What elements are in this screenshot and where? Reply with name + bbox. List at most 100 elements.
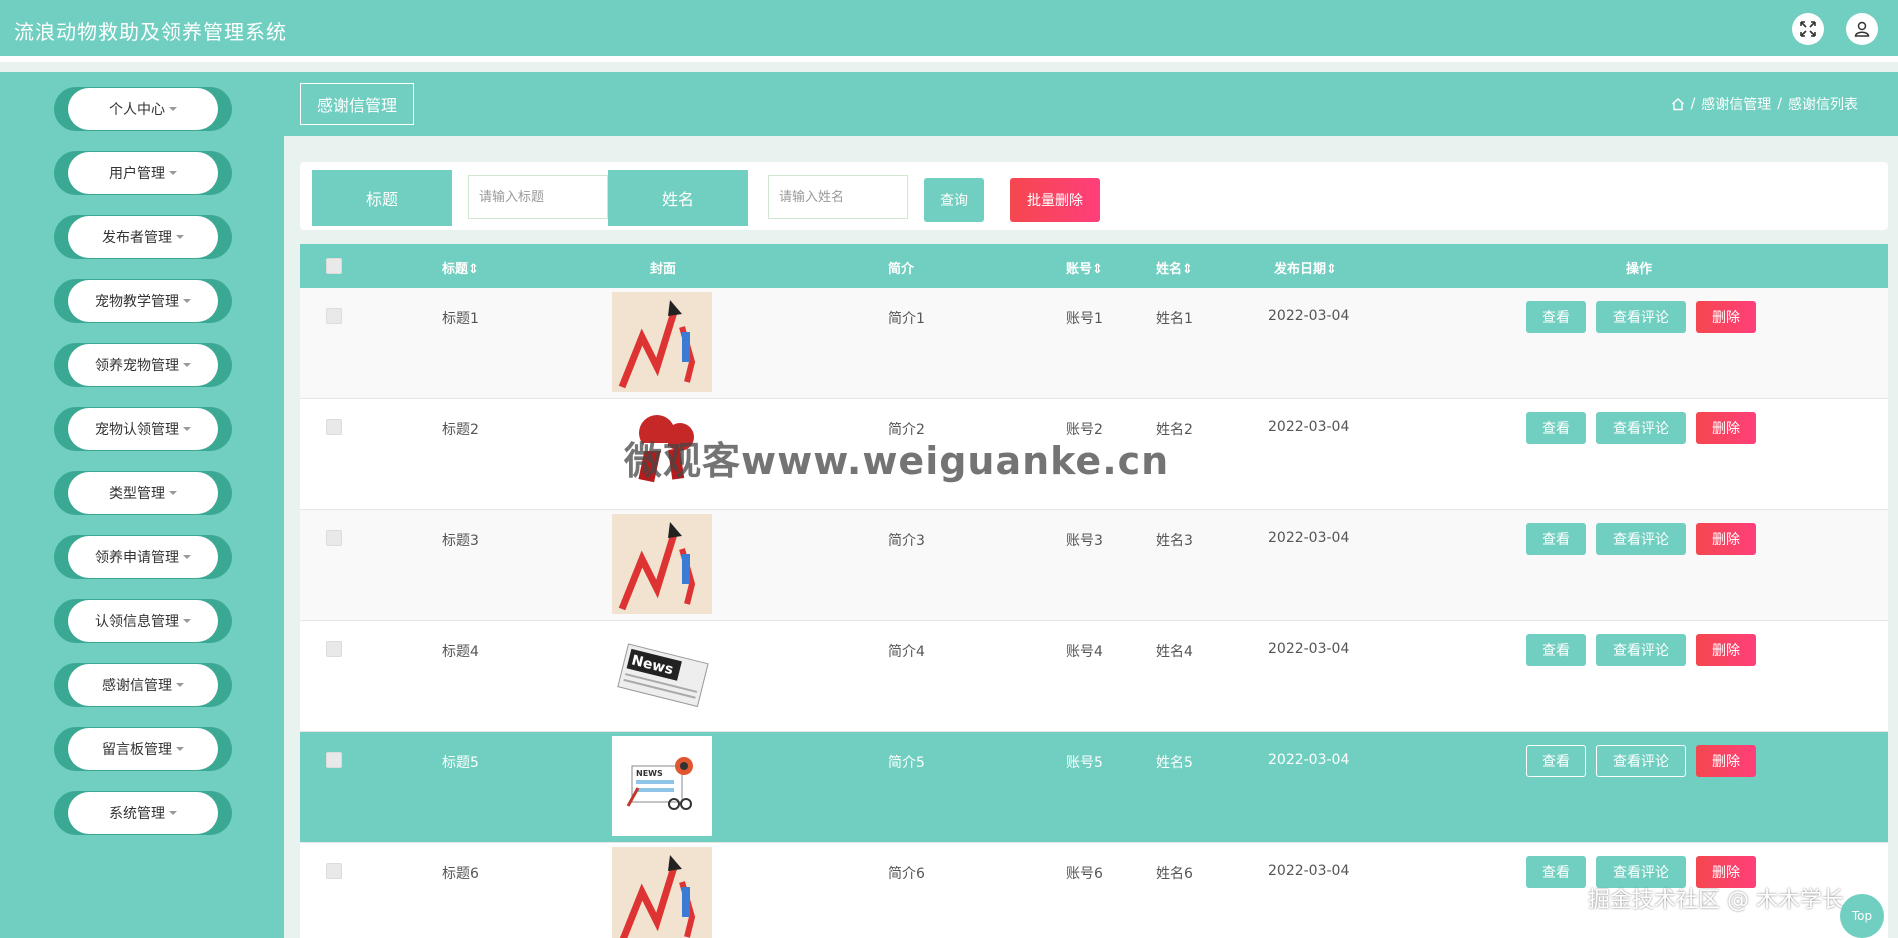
breadcrumb-item: 感谢信列表: [1788, 97, 1858, 113]
sidebar-item-label: 领养宠物管理: [95, 358, 179, 374]
sidebar-item-claim-info[interactable]: 认领信息管理: [54, 599, 232, 643]
breadcrumb: / 感谢信管理 / 感谢信列表: [1671, 94, 1858, 114]
sidebar: 个人中心 用户管理 发布者管理 宠物教学管理 领养宠物管理 宠物认领管理 类型管…: [0, 72, 284, 938]
row-intro: 简介3: [888, 533, 925, 549]
view-comments-button[interactable]: 查看评论: [1596, 523, 1686, 555]
breadcrumb-separator: /: [1777, 96, 1782, 112]
search-bar: 标题 姓名 查询 批量删除: [300, 162, 1888, 230]
user-icon[interactable]: [1846, 13, 1878, 45]
row-name: 姓名5: [1156, 755, 1193, 771]
column-header-date[interactable]: 发布日期⇕: [1274, 258, 1337, 277]
column-header-name[interactable]: 姓名⇕: [1156, 258, 1193, 277]
view-button[interactable]: 查看: [1526, 856, 1586, 888]
view-comments-button[interactable]: 查看评论: [1596, 301, 1686, 333]
sidebar-item-label: 系统管理: [109, 806, 165, 822]
view-button[interactable]: 查看: [1526, 745, 1586, 777]
newspaper-graphic-icon: News: [612, 625, 712, 725]
row-checkbox[interactable]: [326, 641, 342, 657]
sidebar-item-message-board[interactable]: 留言板管理: [54, 727, 232, 771]
sidebar-item-label: 用户管理: [109, 166, 165, 182]
breadcrumb-bar: 感谢信管理 / 感谢信管理 / 感谢信列表: [284, 72, 1898, 136]
sidebar-item-pet-teaching[interactable]: 宠物教学管理: [54, 279, 232, 323]
caret-down-icon: [176, 235, 184, 239]
row-account: 账号4: [1066, 644, 1103, 660]
back-to-top-button[interactable]: Top: [1840, 894, 1884, 938]
caret-down-icon: [183, 619, 191, 623]
breadcrumb-item[interactable]: 感谢信管理: [1701, 94, 1771, 114]
row-name: 姓名4: [1156, 644, 1193, 660]
view-comments-button[interactable]: 查看评论: [1596, 634, 1686, 666]
column-header-intro: 简介: [888, 262, 915, 277]
sidebar-item-personal-center[interactable]: 个人中心: [54, 87, 232, 131]
breadcrumb-separator: /: [1690, 96, 1696, 112]
row-name: 姓名6: [1156, 866, 1193, 882]
column-header-title[interactable]: 标题⇕: [442, 258, 479, 277]
name-search-input[interactable]: [768, 175, 908, 219]
caret-down-icon: [176, 747, 184, 751]
row-date: 2022-03-04: [1268, 419, 1350, 435]
delete-button[interactable]: 删除: [1696, 301, 1756, 333]
delete-button[interactable]: 删除: [1696, 634, 1756, 666]
sidebar-item-adoption-pets[interactable]: 领养宠物管理: [54, 343, 232, 387]
delete-button[interactable]: 删除: [1696, 745, 1756, 777]
row-checkbox[interactable]: [326, 863, 342, 879]
sidebar-item-thank-letters[interactable]: 感谢信管理: [54, 663, 232, 707]
sidebar-item-system[interactable]: 系统管理: [54, 791, 232, 835]
title-search-input[interactable]: [468, 175, 608, 219]
row-checkbox[interactable]: [326, 530, 342, 546]
row-account: 账号1: [1066, 311, 1103, 327]
table-row[interactable]: 标题1 简介1 账号1 姓名1 2022-03-04 查看 查看评论 删除: [300, 288, 1888, 399]
chart-graphic-icon: [612, 847, 712, 938]
sidebar-item-types[interactable]: 类型管理: [54, 471, 232, 515]
view-button[interactable]: 查看: [1526, 301, 1586, 333]
row-date: 2022-03-04: [1268, 530, 1350, 546]
home-icon[interactable]: [1671, 97, 1685, 111]
sidebar-item-label: 领养申请管理: [95, 550, 179, 566]
sidebar-item-adoption-requests[interactable]: 领养申请管理: [54, 535, 232, 579]
row-date: 2022-03-04: [1268, 308, 1350, 324]
title-label: 标题: [312, 170, 452, 226]
caret-down-icon: [169, 171, 177, 175]
view-button[interactable]: 查看: [1526, 412, 1586, 444]
query-button[interactable]: 查询: [924, 178, 984, 222]
sidebar-item-pet-claims[interactable]: 宠物认领管理: [54, 407, 232, 451]
fullscreen-icon[interactable]: [1792, 13, 1824, 45]
column-header-account[interactable]: 账号⇕: [1066, 258, 1103, 277]
chart-graphic-icon: [612, 514, 712, 614]
delete-button[interactable]: 删除: [1696, 523, 1756, 555]
caret-down-icon: [169, 811, 177, 815]
caret-down-icon: [169, 491, 177, 495]
view-comments-button[interactable]: 查看评论: [1596, 412, 1686, 444]
batch-delete-button[interactable]: 批量删除: [1010, 178, 1100, 222]
page-title: 感谢信管理: [300, 83, 415, 125]
sidebar-item-label: 发布者管理: [102, 230, 172, 246]
sidebar-item-publishers[interactable]: 发布者管理: [54, 215, 232, 259]
select-all-checkbox[interactable]: [326, 258, 342, 274]
sidebar-item-label: 个人中心: [109, 102, 165, 118]
column-header-cover: 封面: [650, 262, 677, 277]
row-title: 标题3: [442, 533, 479, 549]
table-row[interactable]: 标题3 简介3 账号3 姓名3 2022-03-04 查看 查看评论 删除: [300, 510, 1888, 621]
svg-text:NEWS: NEWS: [636, 769, 663, 778]
view-button[interactable]: 查看: [1526, 634, 1586, 666]
row-account: 账号5: [1066, 755, 1103, 771]
row-title: 标题1: [442, 311, 479, 327]
sidebar-item-label: 认领信息管理: [95, 614, 179, 630]
row-title: 标题5: [442, 755, 479, 771]
main-content: 感谢信管理 / 感谢信管理 / 感谢信列表 标题 姓名 查询 批量删除 标题⇕ …: [284, 72, 1898, 938]
row-date: 2022-03-04: [1268, 863, 1350, 879]
chart-graphic-icon: [612, 292, 712, 392]
sidebar-item-users[interactable]: 用户管理: [54, 151, 232, 195]
row-checkbox[interactable]: [326, 419, 342, 435]
view-comments-button[interactable]: 查看评论: [1596, 745, 1686, 777]
caret-down-icon: [183, 363, 191, 367]
row-intro: 简介1: [888, 311, 925, 327]
view-button[interactable]: 查看: [1526, 523, 1586, 555]
table-row[interactable]: 标题4 News 简介4 账号4 姓名4 2022-03-04 查看 查看评论 …: [300, 621, 1888, 732]
caret-down-icon: [183, 299, 191, 303]
delete-button[interactable]: 删除: [1696, 412, 1756, 444]
table-row[interactable]: 标题5 NEWS 简介5 账号5 姓名5 2022-03-04 查看 查看评论 …: [300, 732, 1888, 843]
table-header: 标题⇕ 封面 简介 账号⇕ 姓名⇕ 发布日期⇕ 操作: [300, 244, 1888, 288]
row-checkbox[interactable]: [326, 308, 342, 324]
row-checkbox[interactable]: [326, 752, 342, 768]
